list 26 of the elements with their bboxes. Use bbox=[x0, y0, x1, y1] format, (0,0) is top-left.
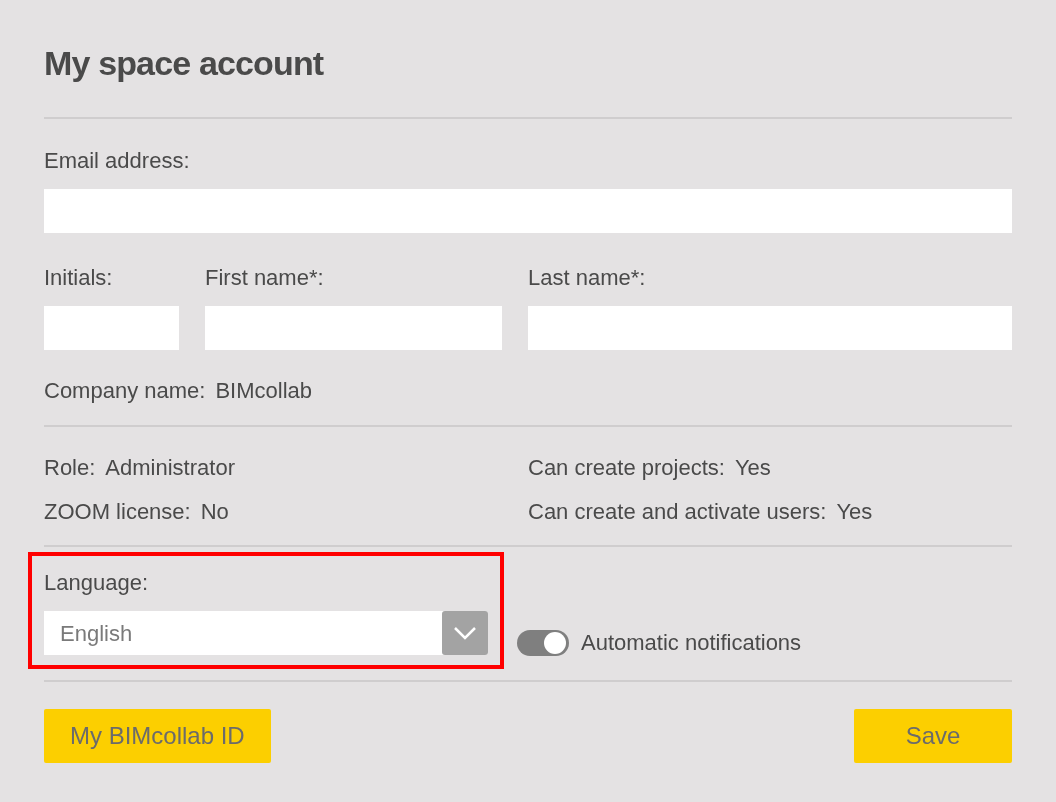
id-button[interactable]: My BIMcollab ID bbox=[44, 709, 271, 763]
field-label: First name*: bbox=[205, 267, 325, 289]
field-label: Email address: bbox=[44, 150, 191, 172]
info-label: Can create and activate users: bbox=[528, 501, 827, 523]
field-label: Company name: bbox=[44, 380, 206, 402]
field-label: Initials: bbox=[44, 267, 114, 289]
text-field[interactable] bbox=[528, 306, 1012, 350]
save-button[interactable]: Save bbox=[854, 709, 1012, 763]
toggle-label: Automatic notifications bbox=[581, 632, 802, 654]
info-label: ZOOM license: bbox=[44, 501, 191, 523]
info-value: No bbox=[200, 501, 229, 523]
language-dropdown[interactable]: English bbox=[44, 611, 488, 655]
text-field[interactable] bbox=[44, 306, 179, 350]
field-label: Last name*: bbox=[528, 267, 647, 289]
info-value: Yes bbox=[836, 501, 873, 523]
field-value: BIMcollab bbox=[215, 380, 312, 402]
info-label: Role: bbox=[44, 457, 96, 479]
toggle-switch[interactable] bbox=[517, 630, 569, 656]
info-label: Can create projects: bbox=[528, 457, 725, 479]
email-field[interactable] bbox=[44, 189, 1012, 233]
field-label: Language: bbox=[44, 572, 149, 594]
page-title: My space account bbox=[44, 46, 325, 80]
info-value: Administrator bbox=[105, 457, 235, 479]
info-value: Yes bbox=[734, 457, 771, 479]
text-field[interactable] bbox=[205, 306, 502, 350]
chevron-down-icon bbox=[453, 626, 477, 640]
